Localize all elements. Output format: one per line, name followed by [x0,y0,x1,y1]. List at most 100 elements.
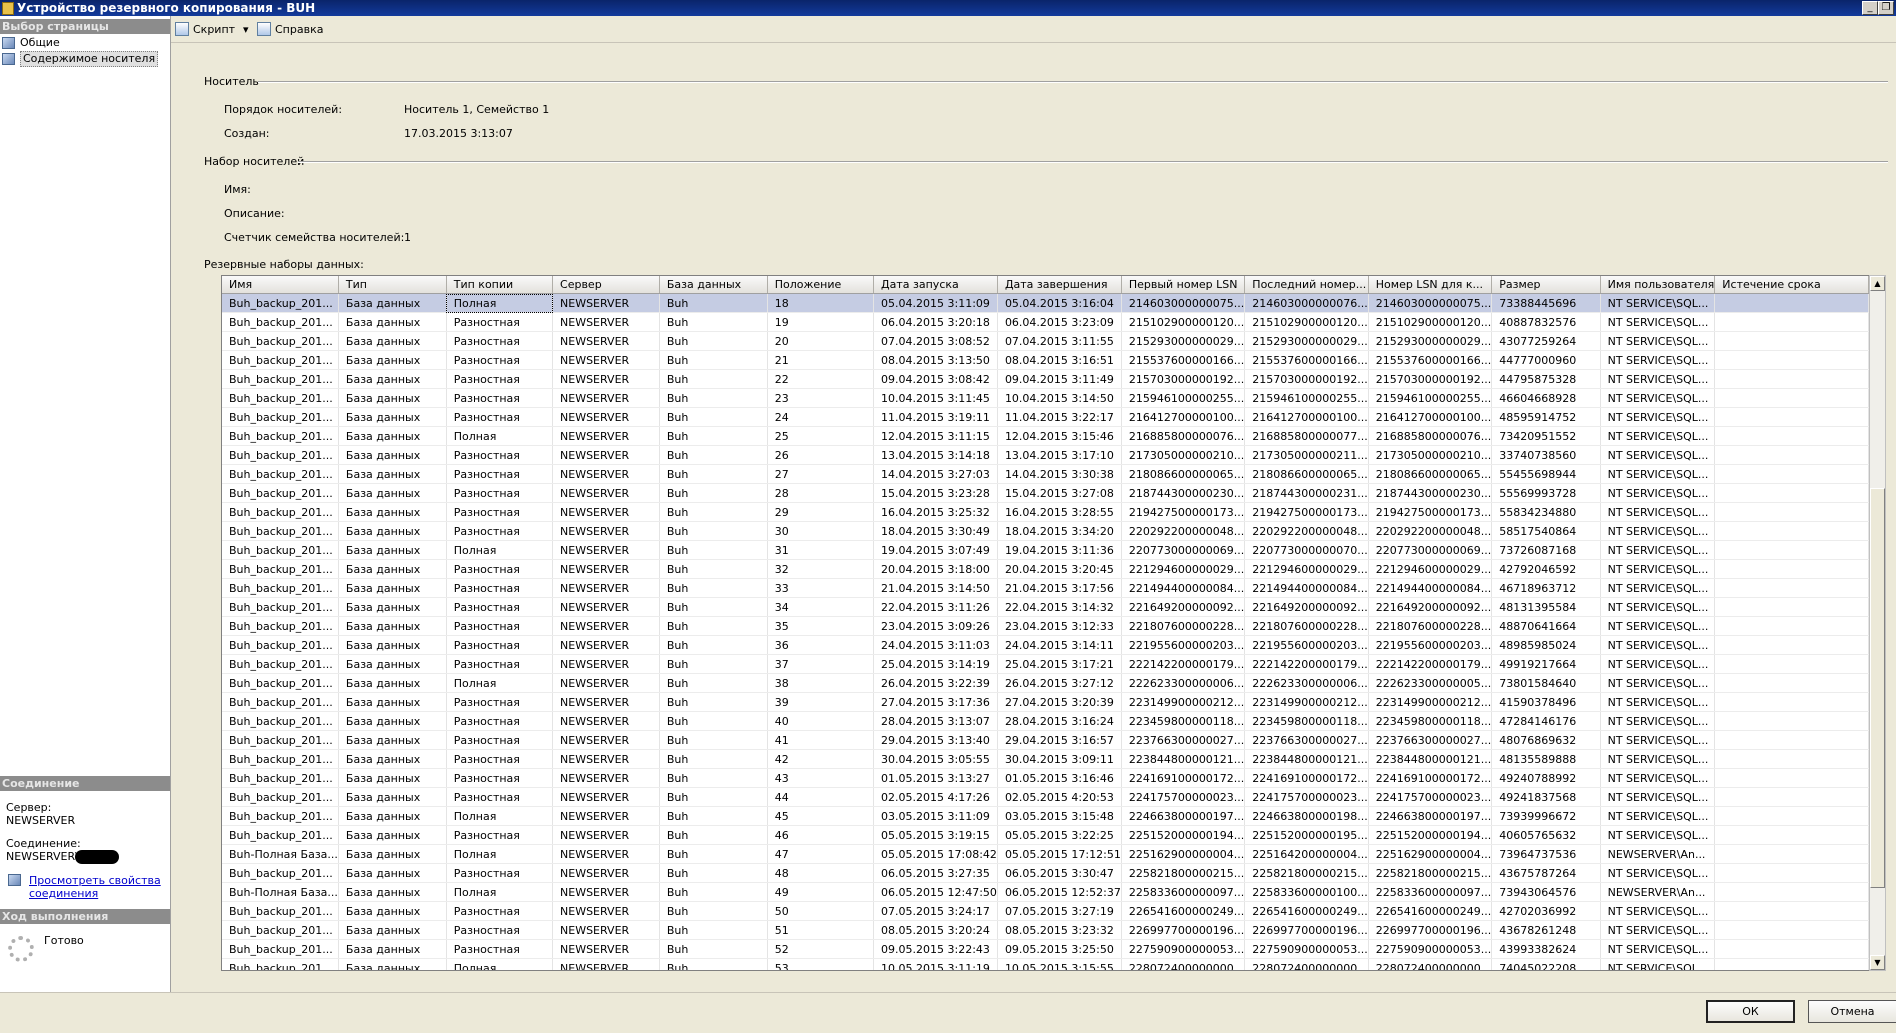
grid-vertical-scrollbar[interactable]: ▲ ▼ [1869,275,1886,971]
column-header[interactable]: Дата запуска [873,276,998,294]
column-header[interactable]: Имя [222,276,339,294]
table-row[interactable]: Buh_backup_201... База данных Полная NEWSER… [222,673,1869,693]
restore-button[interactable]: ❐ [1878,1,1894,15]
table-row[interactable]: Buh_backup_201... База данных Полная NEWSER… [222,293,1869,313]
column-header[interactable]: Дата завершения [997,276,1122,294]
table-cell: 215946100000255... [1244,388,1369,408]
script-button[interactable]: Скрипт [175,21,235,37]
table-row[interactable]: Buh_backup_201... База данных Разностная NE… [222,521,1869,541]
table-cell: 216885800000077... [1244,426,1369,446]
table-cell: NEWSERVER [552,844,660,864]
table-row[interactable]: Buh_backup_201... База данных Разностная NE… [222,920,1869,940]
scroll-down-button[interactable]: ▼ [1870,955,1885,970]
table-cell: 223844800000121... [1244,749,1369,769]
minimize-button[interactable]: _ [1862,1,1878,15]
column-header[interactable]: Номер LSN для к... [1368,276,1493,294]
ok-button[interactable]: ОК [1706,1000,1795,1023]
table-cell: 25.04.2015 3:14:19 [873,654,998,674]
scroll-up-button[interactable]: ▲ [1870,276,1885,291]
table-cell: 73964737536 [1491,844,1601,864]
table-row[interactable]: Buh_backup_201... База данных Разностная NE… [222,749,1869,769]
table-cell: 11.04.2015 3:22:17 [997,407,1122,427]
connection-label: Соединение: [6,837,81,850]
script-dropdown-button[interactable]: ▾ [243,21,249,37]
table-row[interactable]: Buh_backup_201... База данных Разностная NE… [222,407,1869,427]
table-row[interactable]: Buh_backup_201... База данных Полная NEWSER… [222,958,1869,970]
table-row[interactable]: Buh_backup_201... База данных Разностная NE… [222,331,1869,351]
table-cell: 219427500000173... [1244,502,1369,522]
table-row[interactable]: Buh_backup_201... База данных Разностная NE… [222,692,1869,712]
nav-item-media-contents[interactable]: Содержимое носителя [2,51,159,67]
table-row[interactable]: Buh_backup_201... База данных Разностная NE… [222,388,1869,408]
table-cell: База данных [338,464,447,484]
table-cell: Разностная [446,654,554,674]
table-cell: NT SERVICE\SQL... [1600,787,1716,807]
table-row[interactable]: Buh_backup_201... База данных Разностная NE… [222,901,1869,921]
toolbar: Скрипт ▾ Справка [171,16,1896,43]
table-row[interactable]: Buh_backup_201... База данных Разностная NE… [222,939,1869,959]
table-cell: Buh_backup_201... [222,464,339,484]
table-row[interactable]: Buh_backup_201... База данных Разностная NE… [222,654,1869,674]
cancel-button[interactable]: Отмена [1808,1000,1896,1023]
table-cell: База данных [338,293,447,313]
table-row[interactable]: Buh_backup_201... База данных Разностная NE… [222,312,1869,332]
table-row[interactable]: Buh_backup_201... База данных Полная NEWSER… [222,426,1869,446]
table-cell: 224169100000172... [1121,768,1246,788]
nav-item-label: Общие [20,36,60,49]
column-header[interactable]: Тип [338,276,447,294]
table-cell: Buh_backup_201... [222,426,339,446]
column-header[interactable]: Положение [767,276,875,294]
table-row[interactable]: Buh_backup_201... База данных Разностная NE… [222,483,1869,503]
table-row[interactable]: Buh_backup_201... База данных Разностная NE… [222,502,1869,522]
table-cell: NT SERVICE\SQL... [1600,806,1716,826]
table-cell: База данных [338,445,447,465]
table-cell: Buh [659,825,768,845]
column-header[interactable]: Тип копии [446,276,554,294]
column-header[interactable]: Имя пользователя [1600,276,1716,294]
table-row[interactable]: Buh_backup_201... База данных Разностная NE… [222,863,1869,883]
table-cell: NEWSERVER [552,673,660,693]
table-row[interactable]: Buh_backup_201... База данных Разностная NE… [222,559,1869,579]
column-header[interactable]: Сервер [552,276,660,294]
table-row[interactable]: Buh_backup_201... База данных Разностная NE… [222,578,1869,598]
table-row[interactable]: Buh_backup_201... База данных Разностная NE… [222,464,1869,484]
table-cell: Разностная [446,711,554,731]
table-cell: Buh [659,654,768,674]
table-row[interactable]: Buh_backup_201... База данных Разностная NE… [222,711,1869,731]
table-cell: База данных [338,635,447,655]
table-row[interactable]: Buh_backup_201... База данных Разностная NE… [222,350,1869,370]
backup-sets-grid[interactable]: Имя Тип Тип копии Сервер База данных Положени… [221,275,1870,971]
table-row[interactable]: Buh_backup_201... База данных Разностная NE… [222,635,1869,655]
help-button[interactable]: Справка [257,21,323,37]
table-cell: База данных [338,882,447,902]
column-header[interactable]: Первый номер LSN [1121,276,1246,294]
page-icon [2,53,15,65]
column-header[interactable]: Размер [1491,276,1601,294]
scroll-thumb[interactable] [1870,488,1885,888]
table-cell: 215293000000029... [1121,331,1246,351]
table-cell [1714,768,1869,788]
table-row[interactable]: Buh_backup_201... База данных Разностная NE… [222,787,1869,807]
table-row[interactable]: Buh-Полная База... База данных Полная NEWSE… [222,844,1869,864]
table-cell: NT SERVICE\SQL... [1600,654,1716,674]
column-header[interactable]: База данных [659,276,768,294]
table-row[interactable]: Buh-Полная База... База данных Полная NEWSE… [222,882,1869,902]
view-connection-properties-link[interactable]: Просмотреть свойства [29,874,161,887]
table-cell: NEWSERVER [552,597,660,617]
table-row[interactable]: Buh_backup_201... База данных Разностная NE… [222,768,1869,788]
table-row[interactable]: Buh_backup_201... База данных Разностная NE… [222,369,1869,389]
column-header[interactable]: Истечение срока [1714,276,1869,294]
table-row[interactable]: Buh_backup_201... База данных Разностная NE… [222,445,1869,465]
table-row[interactable]: Buh_backup_201... База данных Полная NEWSER… [222,540,1869,560]
table-row[interactable]: Buh_backup_201... База данных Разностная NE… [222,616,1869,636]
table-cell: Buh [659,787,768,807]
table-row[interactable]: Buh_backup_201... База данных Разностная NE… [222,825,1869,845]
table-row[interactable]: Buh_backup_201... База данных Разностная NE… [222,597,1869,617]
column-header[interactable]: Последний номер... [1244,276,1369,294]
table-row[interactable]: Buh_backup_201... База данных Разностная NE… [222,730,1869,750]
table-row[interactable]: Buh_backup_201... База данных Полная NEWSER… [222,806,1869,826]
view-connection-properties-link-2[interactable]: соединения [29,887,98,900]
table-cell [1714,540,1869,560]
nav-item-general[interactable]: Общие [2,36,60,50]
table-cell: Разностная [446,863,554,883]
